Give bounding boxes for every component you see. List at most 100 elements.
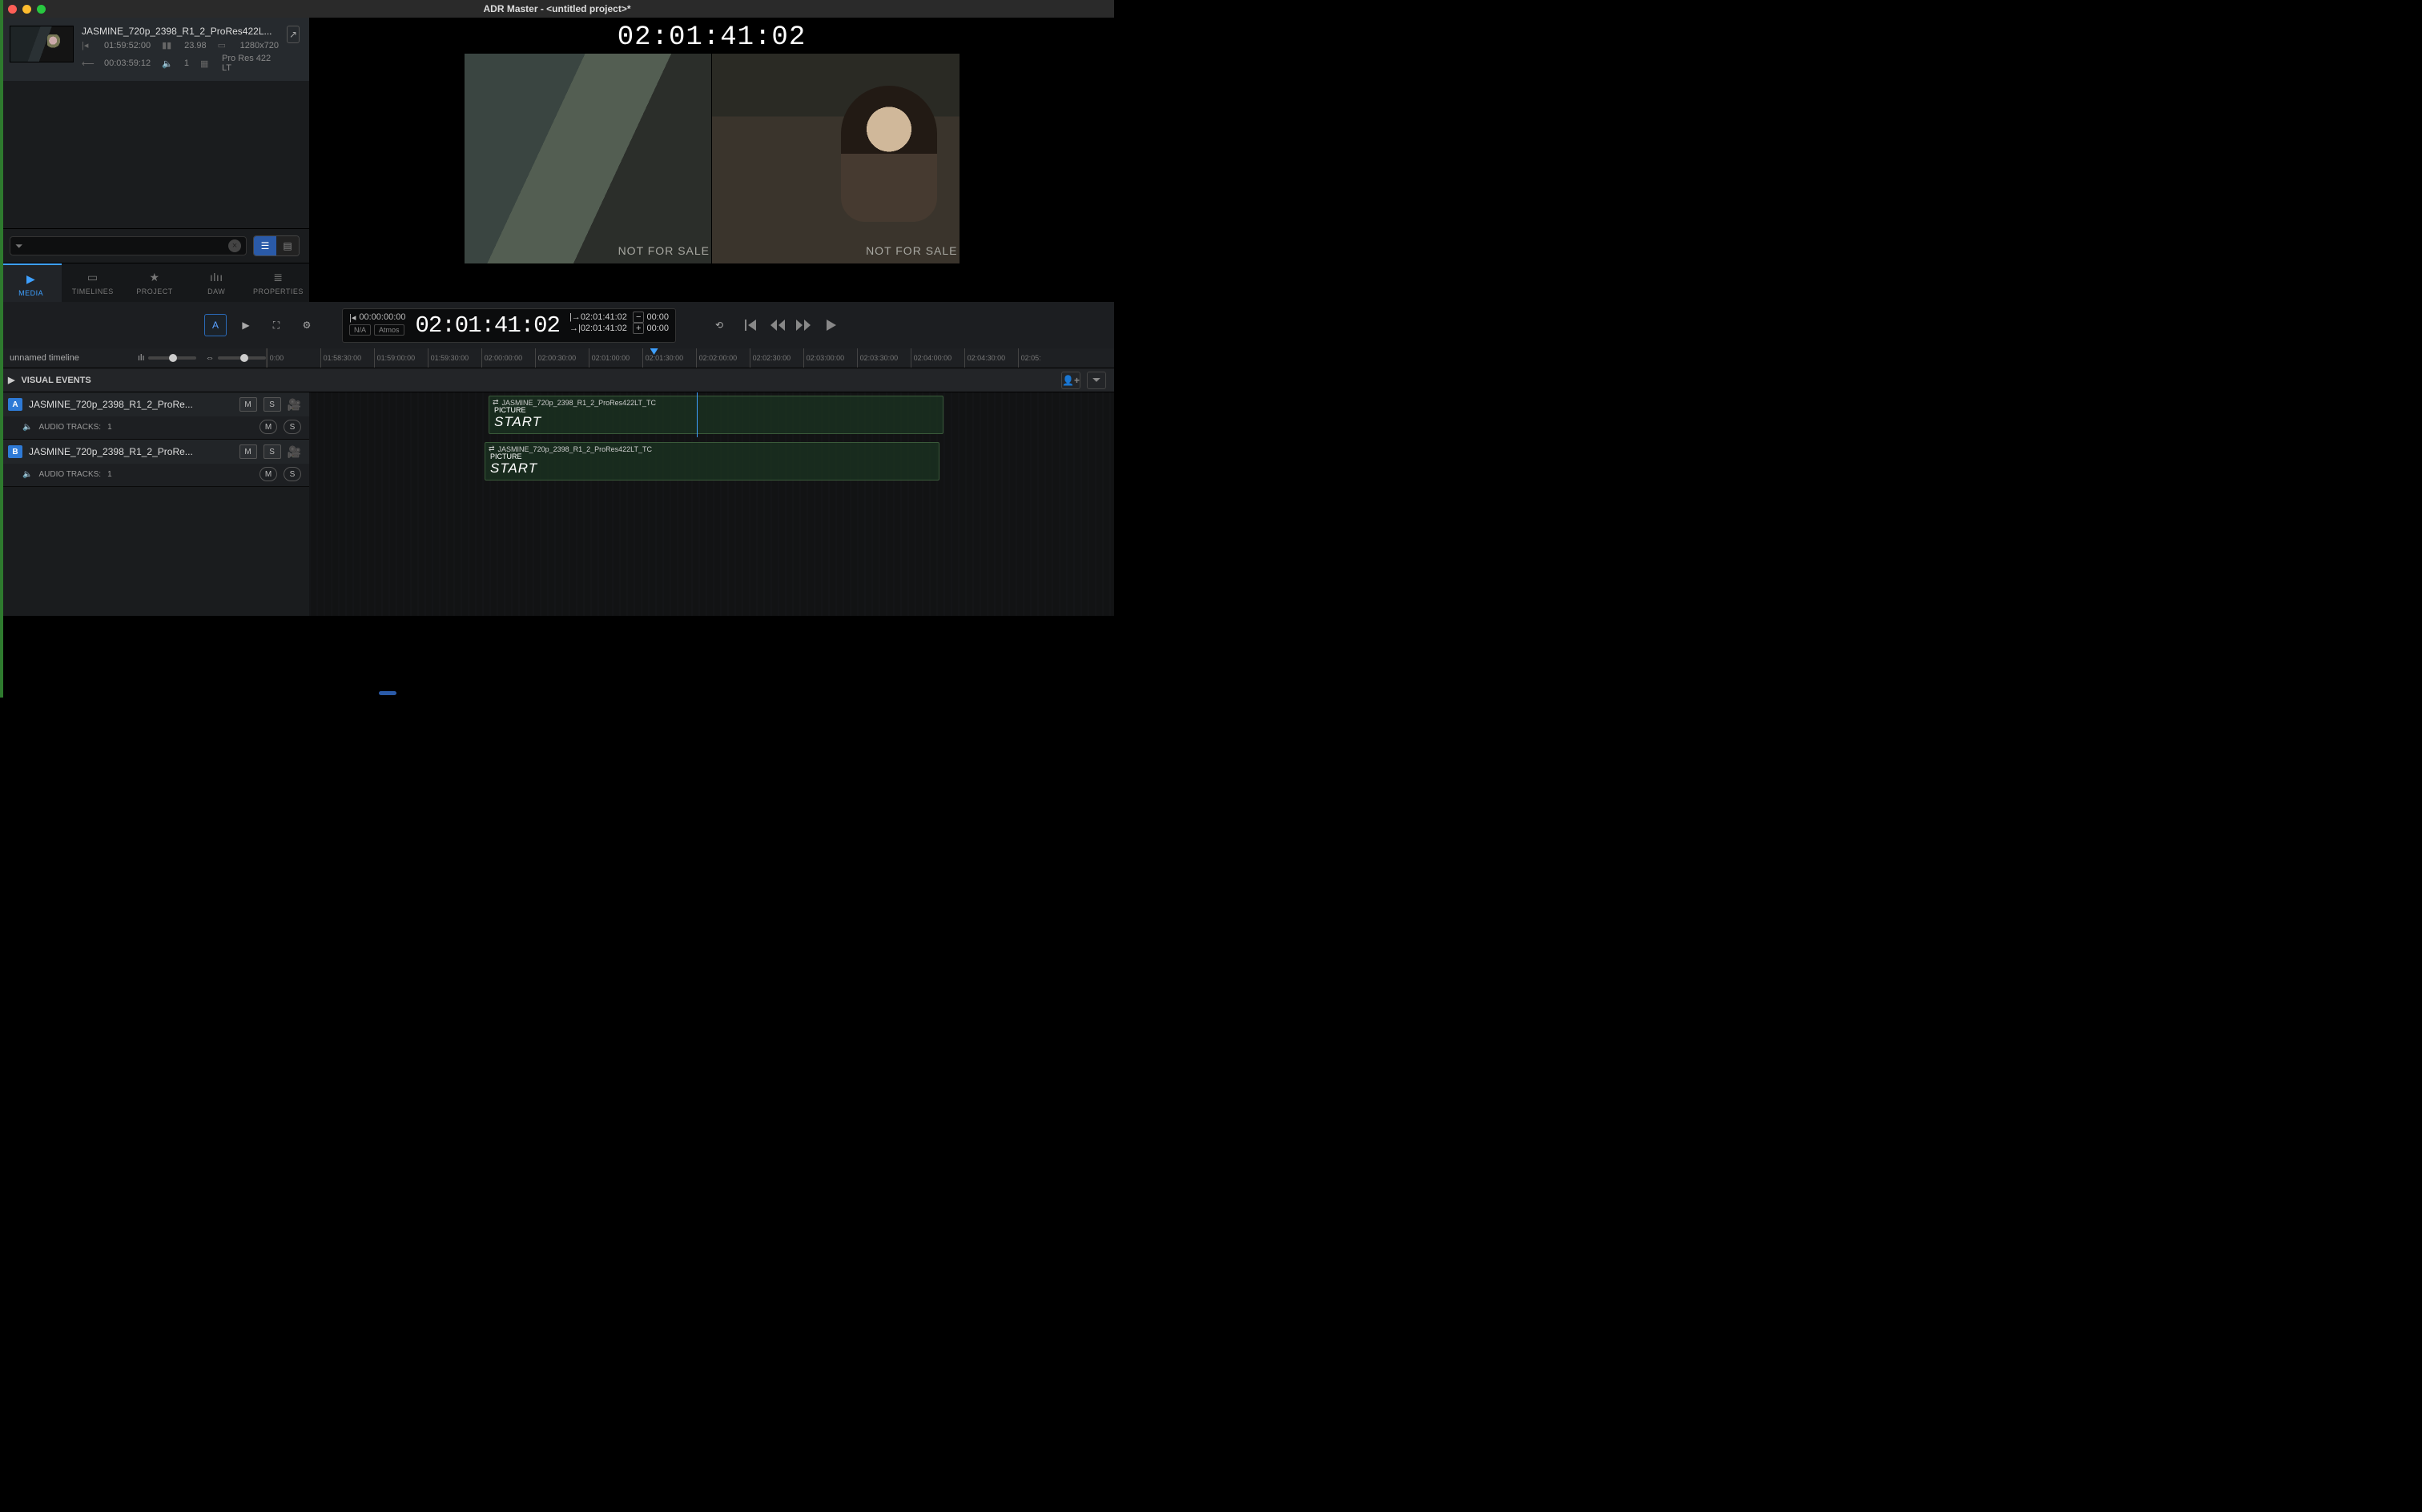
timeline-clip-a[interactable]: ⇄JASMINE_720p_2398_R1_2_ProRes422LT_TC P… — [489, 396, 943, 434]
a-box-icon: A — [212, 320, 219, 331]
loop-button[interactable]: ⟲ — [708, 314, 730, 336]
timecode-panel: |◂00:00:00:00 N/A Atmos 02:01:41:02 |→02… — [342, 308, 676, 343]
track-header-b[interactable]: B JASMINE_720p_2398_R1_2_ProRe... M S 🎥 … — [0, 440, 309, 487]
view-mode-toggle[interactable]: ☰ ▤ — [253, 235, 300, 256]
vertical-zoom-slider[interactable] — [148, 356, 196, 360]
ruler-tick: 02:00:00:00 — [481, 348, 535, 368]
audio-mute-button[interactable]: M — [260, 420, 277, 434]
tab-project[interactable]: ★ PROJECT — [123, 263, 185, 302]
panel-tabstrip: ▶ MEDIA ▭ TIMELINES ★ PROJECT ılıı DAW ≣… — [0, 263, 309, 302]
visual-events-label: VISUAL EVENTS — [21, 376, 91, 385]
minus-box-icon[interactable]: − — [633, 312, 644, 323]
watermark: NOT FOR SALE — [866, 244, 957, 257]
ruler-tick: 02:03:30:00 — [857, 348, 911, 368]
speaker-icon: 🔈 — [22, 470, 32, 479]
in-point-icon: |◂ — [82, 40, 93, 50]
clip-channels: 1 — [184, 58, 189, 68]
grid-view-button[interactable]: ▤ — [276, 236, 299, 255]
camera-icon: 🎥 — [288, 398, 301, 412]
frame-icon: ▭ — [218, 40, 229, 50]
monitor-button[interactable]: ▶ — [235, 314, 257, 336]
waveform-icon: ılıı — [208, 270, 224, 284]
timeline-header: unnamed timeline ılı ⇔ 0:0001:58:30:0001… — [0, 348, 1114, 368]
ruler-tick: 02:03:00:00 — [803, 348, 857, 368]
tab-properties[interactable]: ≣ PROPERTIES — [247, 263, 309, 302]
play-button[interactable] — [823, 317, 839, 333]
plus-box-icon[interactable]: + — [633, 323, 644, 334]
clip-start-tc: 01:59:52:00 — [104, 41, 151, 50]
horizontal-scrollbar-thumb[interactable] — [379, 691, 396, 695]
mute-button[interactable]: M — [239, 397, 257, 412]
mark-out-icon: →| — [569, 324, 581, 333]
list-icon: ≣ — [270, 270, 286, 284]
track-headers: A JASMINE_720p_2398_R1_2_ProRe... M S 🎥 … — [0, 392, 309, 616]
solo-button[interactable]: S — [264, 397, 281, 412]
mute-button[interactable]: M — [239, 444, 257, 459]
media-clip-item[interactable]: JASMINE_720p_2398_R1_2_ProRes422L... |◂ … — [0, 18, 309, 81]
ruler-tick: 02:02:30:00 — [750, 348, 803, 368]
track-name: JASMINE_720p_2398_R1_2_ProRe... — [29, 399, 233, 410]
camera-icon: ▮▮ — [162, 40, 173, 50]
settings-button[interactable]: ⚙ — [296, 314, 318, 336]
play-box-icon: ▶ — [23, 271, 39, 286]
na-pill[interactable]: N/A — [349, 324, 371, 336]
ruler-tick: 02:02:00:00 — [696, 348, 750, 368]
audio-tracks-count: 1 — [107, 423, 112, 432]
gear-icon: ⚙ — [303, 320, 312, 331]
ruler-tick: 02:05: — [1018, 348, 1072, 368]
audio-tracks-count: 1 — [107, 470, 112, 479]
open-external-button[interactable]: ↗ — [287, 26, 300, 43]
viewer-frame[interactable]: NOT FOR SALE NOT FOR SALE — [464, 53, 960, 264]
tab-timelines[interactable]: ▭ TIMELINES — [62, 263, 123, 302]
viewer-timecode-overlay: 02:01:41:02 — [618, 18, 806, 53]
clip-codec: Pro Res 422 LT — [222, 54, 279, 73]
waveform-zoom-icon: ılı — [138, 353, 145, 363]
timeline-clip-b[interactable]: ⇄JASMINE_720p_2398_R1_2_ProRes422LT_TC P… — [485, 442, 939, 481]
ruler-tick: 02:04:30:00 — [964, 348, 1018, 368]
filter-events-button[interactable]: ⏷ — [1087, 372, 1106, 389]
fast-forward-button[interactable] — [796, 317, 812, 333]
audio-solo-button[interactable]: S — [284, 467, 301, 481]
disclosure-triangle-icon[interactable]: ▶ — [8, 375, 14, 385]
compare-a-button[interactable]: A — [204, 314, 227, 336]
horizontal-zoom-slider[interactable] — [218, 356, 266, 360]
timeline-icon: ▭ — [85, 270, 101, 284]
visual-events-header[interactable]: ▶ VISUAL EVENTS 👤+ ⏷ — [0, 368, 1114, 392]
mark-out-tc: 02:01:41:02 — [581, 324, 627, 333]
tab-daw[interactable]: ılıı DAW — [186, 263, 247, 302]
list-view-button[interactable]: ☰ — [254, 236, 276, 255]
audio-tracks-label: AUDIO TRACKS: — [38, 470, 101, 479]
ruler-tick: 01:59:00:00 — [374, 348, 428, 368]
main-timecode-display[interactable]: 02:01:41:02 — [411, 312, 565, 339]
ruler-tick: 02:01:00:00 — [589, 348, 642, 368]
media-filter-input[interactable]: ⏷ × — [10, 236, 247, 255]
monitor-icon: ▶ — [242, 320, 249, 331]
clear-filter-button[interactable]: × — [228, 239, 241, 252]
track-name: JASMINE_720p_2398_R1_2_ProRe... — [29, 446, 233, 457]
playhead-line[interactable] — [697, 392, 698, 437]
fullscreen-button[interactable]: ⛶ — [265, 314, 288, 336]
solo-button[interactable]: S — [264, 444, 281, 459]
clip-thumbnail — [10, 26, 74, 62]
transport-bar: A ▶ ⛶ ⚙ |◂00:00:00:00 N/A Atmos 02:01:41… — [0, 302, 1114, 348]
program-viewer: 02:01:41:02 NOT FOR SALE NOT FOR SALE — [309, 18, 1114, 302]
rewind-button[interactable] — [769, 317, 785, 333]
audio-tracks-label: AUDIO TRACKS: — [38, 423, 101, 432]
track-header-a[interactable]: A JASMINE_720p_2398_R1_2_ProRe... M S 🎥 … — [0, 392, 309, 440]
timeline-name[interactable]: unnamed timeline — [10, 353, 138, 363]
add-person-button[interactable]: 👤+ — [1061, 372, 1080, 389]
fullscreen-icon: ⛶ — [273, 320, 280, 332]
funnel-icon: ⏷ — [1092, 374, 1100, 386]
loop-icon: ⟲ — [715, 320, 723, 331]
audio-solo-button[interactable]: S — [284, 420, 301, 434]
person-plus-icon: 👤+ — [1062, 375, 1080, 386]
funnel-icon: ⏷ — [15, 240, 23, 252]
audio-mute-button[interactable]: M — [260, 467, 277, 481]
timeline-ruler[interactable]: 0:0001:58:30:0001:59:00:0001:59:30:0002:… — [266, 348, 1114, 368]
tab-media[interactable]: ▶ MEDIA — [0, 263, 62, 302]
track-body[interactable]: ⇄JASMINE_720p_2398_R1_2_ProRes422LT_TC P… — [309, 392, 1114, 616]
mark-in-tc: 02:01:41:02 — [581, 312, 627, 322]
go-to-start-button[interactable] — [742, 317, 758, 333]
window-title: ADR Master - <untitled project>* — [0, 3, 1114, 14]
atmos-pill[interactable]: Atmos — [374, 324, 404, 336]
